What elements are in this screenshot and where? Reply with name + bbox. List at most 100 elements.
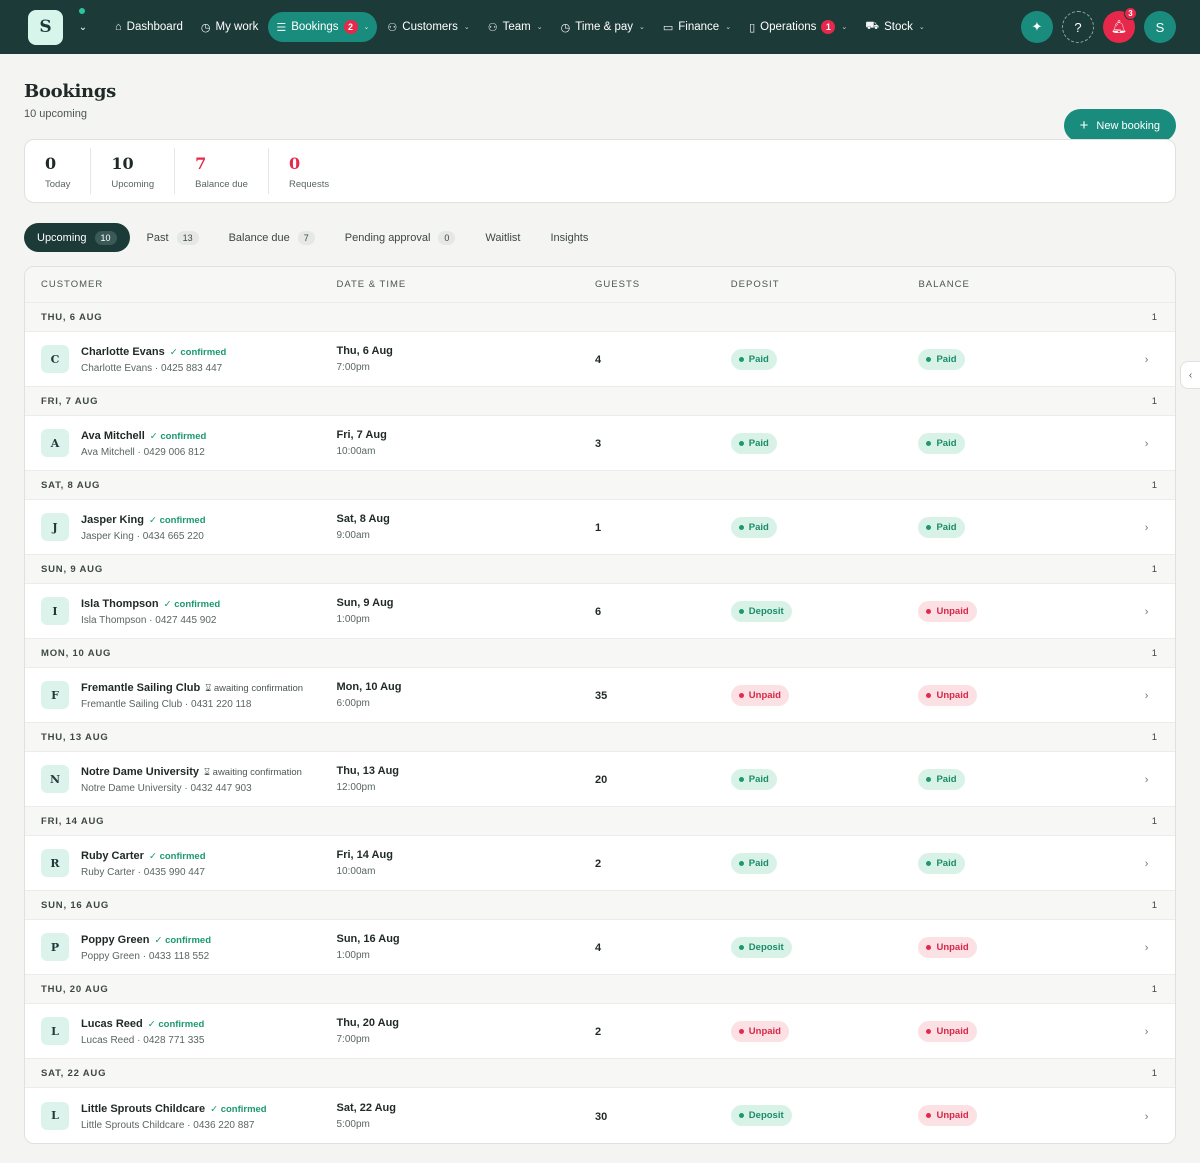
nav-item-stock[interactable]: ⛟ Stock ⌄ [857,12,932,42]
tab-past[interactable]: Past 13 [134,223,212,252]
nav-item-bookings[interactable]: ☰ Bookings 2 ⌄ [268,12,378,42]
booking-row[interactable]: I Isla Thompson ✓ confirmed Isla Thompson ·… [25,584,1175,639]
col-header-guests[interactable]: GUESTS [595,279,731,290]
tab-waitlist[interactable]: Waitlist [472,223,533,252]
balance-status: Unpaid [936,689,969,701]
stat-balance-due[interactable]: 7 Balance due [175,148,269,194]
clock-icon: ◷ [200,21,211,34]
col-header-balance[interactable]: BALANCE [918,279,1118,290]
stat-label: Balance due [195,179,248,190]
stats-card: 0 Today 10 Upcoming 7 Balance due 0 Requests [24,139,1176,203]
stat-requests[interactable]: 0 Requests [269,148,349,194]
guest-count: 6 [595,606,602,618]
nav-item-time-pay[interactable]: ◷ Time & pay ⌄ [553,12,653,42]
online-indicator [79,8,85,14]
chevron-right-icon: › [1144,438,1149,450]
balance-status-pill: Paid [918,348,965,370]
guests-cell: 30 [595,1109,731,1123]
deposit-status: Paid [748,437,769,449]
customer-cell: L Lucas Reed ✓ confirmed Lucas Reed · 0428 … [25,1016,336,1046]
customer-name: Isla Thompson [81,598,159,610]
customer-avatar: A [41,429,69,457]
workspace-chevron-down-icon[interactable]: ⌄ [73,22,93,33]
booking-row[interactable]: L Lucas Reed ✓ confirmed Lucas Reed · 0428 … [25,1004,1175,1059]
booking-row[interactable]: J Jasper King ✓ confirmed Jasper King · 043… [25,500,1175,555]
booking-row[interactable]: L Little Sprouts Childcare ✓ confirmed Litt… [25,1088,1175,1143]
chevron-right-icon: › [1144,606,1149,618]
booking-row[interactable]: R Ruby Carter ✓ confirmed Ruby Carter · 043… [25,836,1175,891]
nav-item-operations[interactable]: ▯ Operations 1 ⌄ [741,12,855,42]
col-header-datetime[interactable]: DATE & TIME [336,279,595,290]
nav-item-team[interactable]: ⚇ Team ⌄ [480,12,551,42]
main-nav: ⌂ Dashboard ◷ My work ☰ Bookings 2 ⌄ ⚇ Customers ⌄… [107,12,933,42]
app-logo[interactable]: S [28,9,63,45]
col-header-customer[interactable]: CUSTOMER [25,279,336,290]
question-icon: ? [1074,19,1082,35]
nav-item-dashboard[interactable]: ⌂ Dashboard [107,12,191,42]
new-booking-button[interactable]: + New booking [1063,109,1176,142]
guest-count: 20 [595,774,608,786]
booking-row[interactable]: F Fremantle Sailing Club ⌛︎ awaiting confi… [25,668,1175,723]
customer-name: Lucas Reed [81,1018,143,1030]
nav-item-finance[interactable]: ▭ Finance ⌄ [655,12,739,42]
tab-label: Pending approval [344,231,431,244]
customer-name: Charlotte Evans [81,346,165,358]
tab-count: 0 [438,230,456,245]
booking-date: Sun, 9 Aug [336,597,394,609]
hourglass-icon: ⌛︎ [205,683,214,694]
row-open-button[interactable]: › [1118,1024,1175,1038]
notifications-button[interactable]: 🔔︎ 3 [1103,7,1137,43]
row-open-button[interactable]: › [1118,604,1175,618]
tab-upcoming[interactable]: Upcoming 10 [24,223,130,252]
customer-cell: P Poppy Green ✓ confirmed Poppy Green · 043… [25,932,336,962]
balance-status: Paid [936,773,957,785]
row-open-button[interactable]: › [1118,688,1175,702]
balance-cell: Unpaid [918,1020,1118,1042]
status-text: confirmed [159,851,206,862]
row-open-button[interactable]: › [1118,940,1175,954]
booking-row[interactable]: C Charlotte Evans ✓ confirmed Charlotte Eva… [25,332,1175,387]
col-header-deposit[interactable]: DEPOSIT [731,279,919,290]
tab-label: Upcoming [37,231,87,244]
status-dot [738,944,744,950]
date-group-header: FRI, 14 AUG 1 [25,807,1175,836]
stat-upcoming[interactable]: 10 Upcoming [91,148,176,194]
row-open-button[interactable]: › [1118,856,1175,870]
balance-status: Paid [936,437,957,449]
tab-balance-due[interactable]: Balance due 7 [216,223,328,252]
user-avatar[interactable]: S [1144,11,1176,43]
balance-status: Unpaid [936,941,969,953]
nav-label: Operations [760,21,817,33]
customer-avatar: P [41,933,69,961]
nav-item-customers[interactable]: ⚇ Customers ⌄ [379,12,477,42]
guest-count: 1 [595,522,602,534]
tab-pending-approval[interactable]: Pending approval 0 [332,223,469,252]
nav-item-my-work[interactable]: ◷ My work [193,12,266,42]
ai-sparkle-button[interactable]: ✦ [1021,11,1053,43]
tab-insights[interactable]: Insights [537,223,601,252]
status-badge: ✓ confirmed [210,1104,267,1115]
status-text: confirmed [174,599,221,610]
booking-row[interactable]: P Poppy Green ✓ confirmed Poppy Green · 043… [25,920,1175,975]
stat-today[interactable]: 0 Today [25,148,92,194]
guests-cell: 3 [595,436,731,450]
row-open-button[interactable]: › [1118,1109,1175,1123]
side-panel-toggle[interactable]: ‹ [1180,361,1200,389]
row-open-button[interactable]: › [1118,352,1175,366]
customer-cell: J Jasper King ✓ confirmed Jasper King · 043… [25,512,336,542]
row-open-button[interactable]: › [1118,772,1175,786]
status-text: confirmed [220,1103,267,1115]
customer-contact: Poppy Green · 0433 118 552 [81,951,210,962]
booking-row[interactable]: N Notre Dame University ⌛︎ awaiting confir… [25,752,1175,807]
booking-time: 5:00pm [336,1118,370,1130]
group-count: 1 [1151,1067,1157,1079]
row-open-button[interactable]: › [1118,436,1175,450]
booking-row[interactable]: A Ava Mitchell ✓ confirmed Ava Mitchell · 0… [25,416,1175,471]
row-open-button[interactable]: › [1118,520,1175,534]
help-button[interactable]: ? [1062,11,1094,43]
table-header: CUSTOMER DATE & TIME GUESTS DEPOSIT BALA… [25,267,1175,303]
clock-icon: ◷ [560,21,571,34]
stat-label: Today [45,179,71,190]
date-group-header: SAT, 22 AUG 1 [25,1059,1175,1088]
status-text: confirmed [158,1019,205,1030]
